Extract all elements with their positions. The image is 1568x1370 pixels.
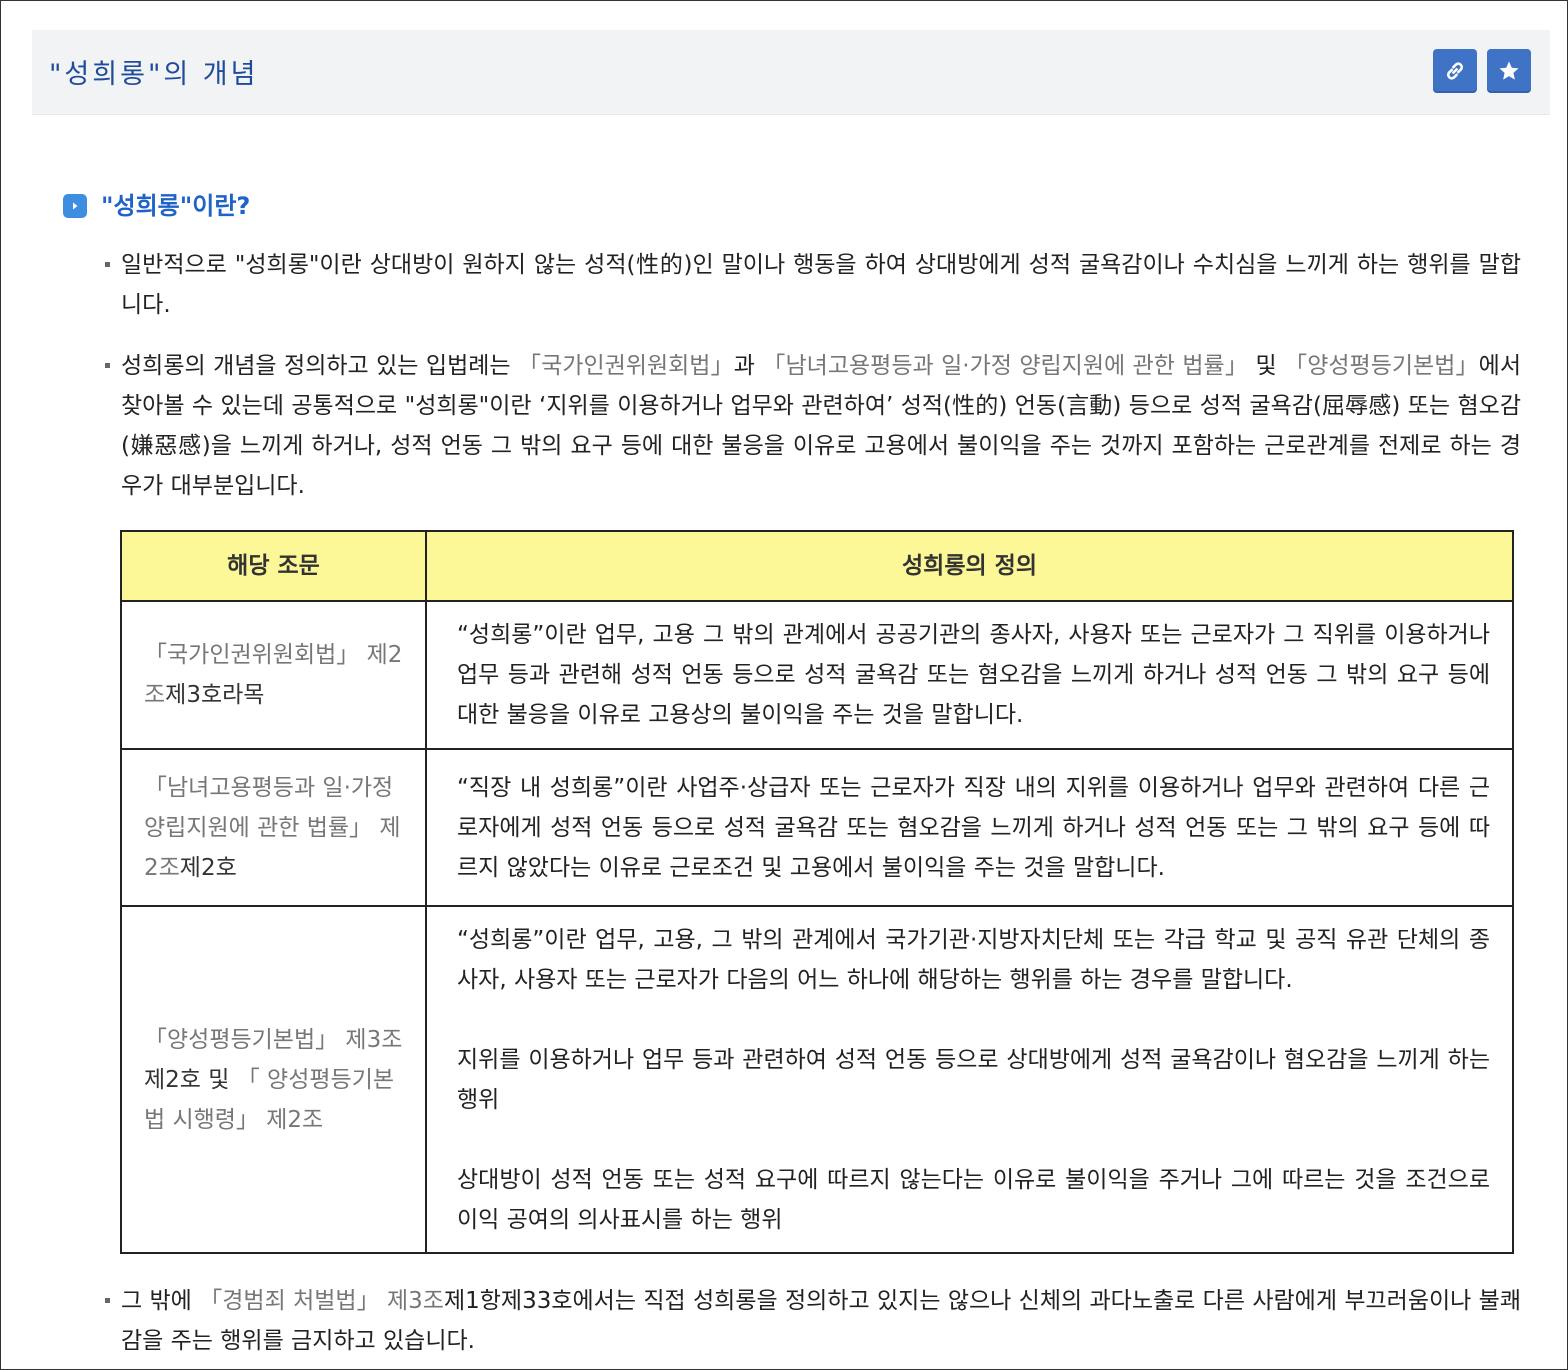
- bookmark-button[interactable]: [1487, 49, 1531, 93]
- definition-text: “성희롱”이란 업무, 고용 그 밖의 관계에서 공공기관의 종사자, 사용자 …: [457, 622, 1490, 728]
- text-segment: 그 밖에: [121, 1288, 200, 1314]
- law-link-national-human-rights[interactable]: 「국가인권위원회법」: [518, 353, 734, 379]
- definition-cell: “성희롱”이란 업무, 고용 그 밖의 관계에서 공공기관의 종사자, 사용자 …: [425, 600, 1514, 750]
- play-icon: [63, 193, 87, 218]
- bullet-icon: [105, 1298, 110, 1303]
- law-cell: 「국가인권위원회법」 제2조제3호라목: [120, 600, 427, 750]
- table-row: 「국가인권위원회법」 제2조제3호라목 “성희롱”이란 업무, 고용 그 밖의 …: [120, 600, 1514, 750]
- page-title: "성희롱"의 개념: [49, 59, 259, 90]
- law-cell: 「양성평등기본법」 제3조제2호 및 「 양성평등기본법 시행령」 제2조: [120, 905, 427, 1254]
- copy-link-button[interactable]: [1433, 49, 1477, 93]
- title-bar: "성희롱"의 개념: [32, 30, 1550, 115]
- paragraph-minor-offense: 그 밖에 「경범죄 처벌법」 제3조제1항제33호에서는 직접 성희롱을 정의하…: [105, 1281, 1521, 1361]
- definition-item: 상대방이 성적 언동 또는 성적 요구에 따르지 않는다는 이유로 불이익을 주…: [457, 1166, 1490, 1233]
- section-heading: "성희롱"이란?: [63, 186, 250, 221]
- paragraph-legislation: 성희롱의 개념을 정의하고 있는 입법례는 「국가인권위원회법」과 「남녀고용평…: [105, 346, 1521, 506]
- definition-text: “성희롱”이란 업무, 고용, 그 밖의 관계에서 국가기관·지방자치단체 또는…: [457, 926, 1490, 993]
- paragraph-text: 그 밖에 「경범죄 처벌법」 제3조제1항제33호에서는 직접 성희롱을 정의하…: [105, 1281, 1521, 1361]
- law-cell: 「남녀고용평등과 일·가정 양립지원에 관한 법률」 제2조제2호: [120, 748, 427, 907]
- definition-table: 해당 조문 성희롱의 정의 「국가인권위원회법」 제2조제3호라목 “성희롱”이…: [120, 530, 1514, 1254]
- law-link-gender-equality[interactable]: 「양성평등기본법」: [1284, 353, 1479, 379]
- bullet-icon: [105, 262, 110, 267]
- law-article: 제2호 및: [144, 1066, 237, 1093]
- definition-text: “직장 내 성희롱”이란 사업주·상급자 또는 근로자가 직장 내의 지위를 이…: [457, 774, 1490, 881]
- definition-item: 지위를 이용하거나 업무 등과 관련하여 성적 언동 등으로 상대방에게 성적 …: [457, 1046, 1490, 1113]
- table-header-row: 해당 조문 성희롱의 정의: [120, 530, 1514, 602]
- paragraph-text: 성희롱의 개념을 정의하고 있는 입법례는 「국가인권위원회법」과 「남녀고용평…: [105, 346, 1521, 506]
- definition-cell: “직장 내 성희롱”이란 사업주·상급자 또는 근로자가 직장 내의 지위를 이…: [425, 748, 1514, 907]
- star-icon: [1499, 61, 1519, 80]
- link-icon: [1447, 62, 1463, 80]
- table-row: 「양성평등기본법」 제3조제2호 및 「 양성평등기본법 시행령」 제2조 “성…: [120, 905, 1514, 1254]
- table-header-definition: 성희롱의 정의: [425, 530, 1514, 602]
- text-segment: 성희롱의 개념을 정의하고 있는 입법례는: [121, 353, 519, 379]
- text-segment: 과: [733, 353, 763, 379]
- table-header-law: 해당 조문: [120, 530, 427, 602]
- paragraph-definition: 일반적으로 "성희롱"이란 상대방이 원하지 않는 성적(性的)인 말이나 행동…: [105, 245, 1521, 325]
- law-article: 제2호: [179, 854, 237, 881]
- law-article: 제3호라목: [165, 682, 265, 708]
- text-segment: 및: [1248, 353, 1285, 379]
- page: "성희롱"의 개념 "성희롱"이란? 일반적으로 "성희롱"이란 상대방이 원하…: [0, 0, 1568, 1370]
- bullet-icon: [105, 363, 110, 368]
- section-heading-text: "성희롱"이란?: [101, 192, 251, 220]
- table-row: 「남녀고용평등과 일·가정 양립지원에 관한 법률」 제2조제2호 “직장 내 …: [120, 748, 1514, 907]
- law-link-minor-offense[interactable]: 「경범죄 처벌법」 제3조: [199, 1288, 444, 1314]
- law-link-equal-employment[interactable]: 「남녀고용평등과 일·가정 양립지원에 관한 법률」: [762, 353, 1248, 379]
- law-link[interactable]: 「양성평등기본법」 제3조: [144, 1027, 402, 1053]
- paragraph-text: 일반적으로 "성희롱"이란 상대방이 원하지 않는 성적(性的)인 말이나 행동…: [121, 252, 1521, 318]
- definition-cell: “성희롱”이란 업무, 고용, 그 밖의 관계에서 국가기관·지방자치단체 또는…: [425, 905, 1514, 1254]
